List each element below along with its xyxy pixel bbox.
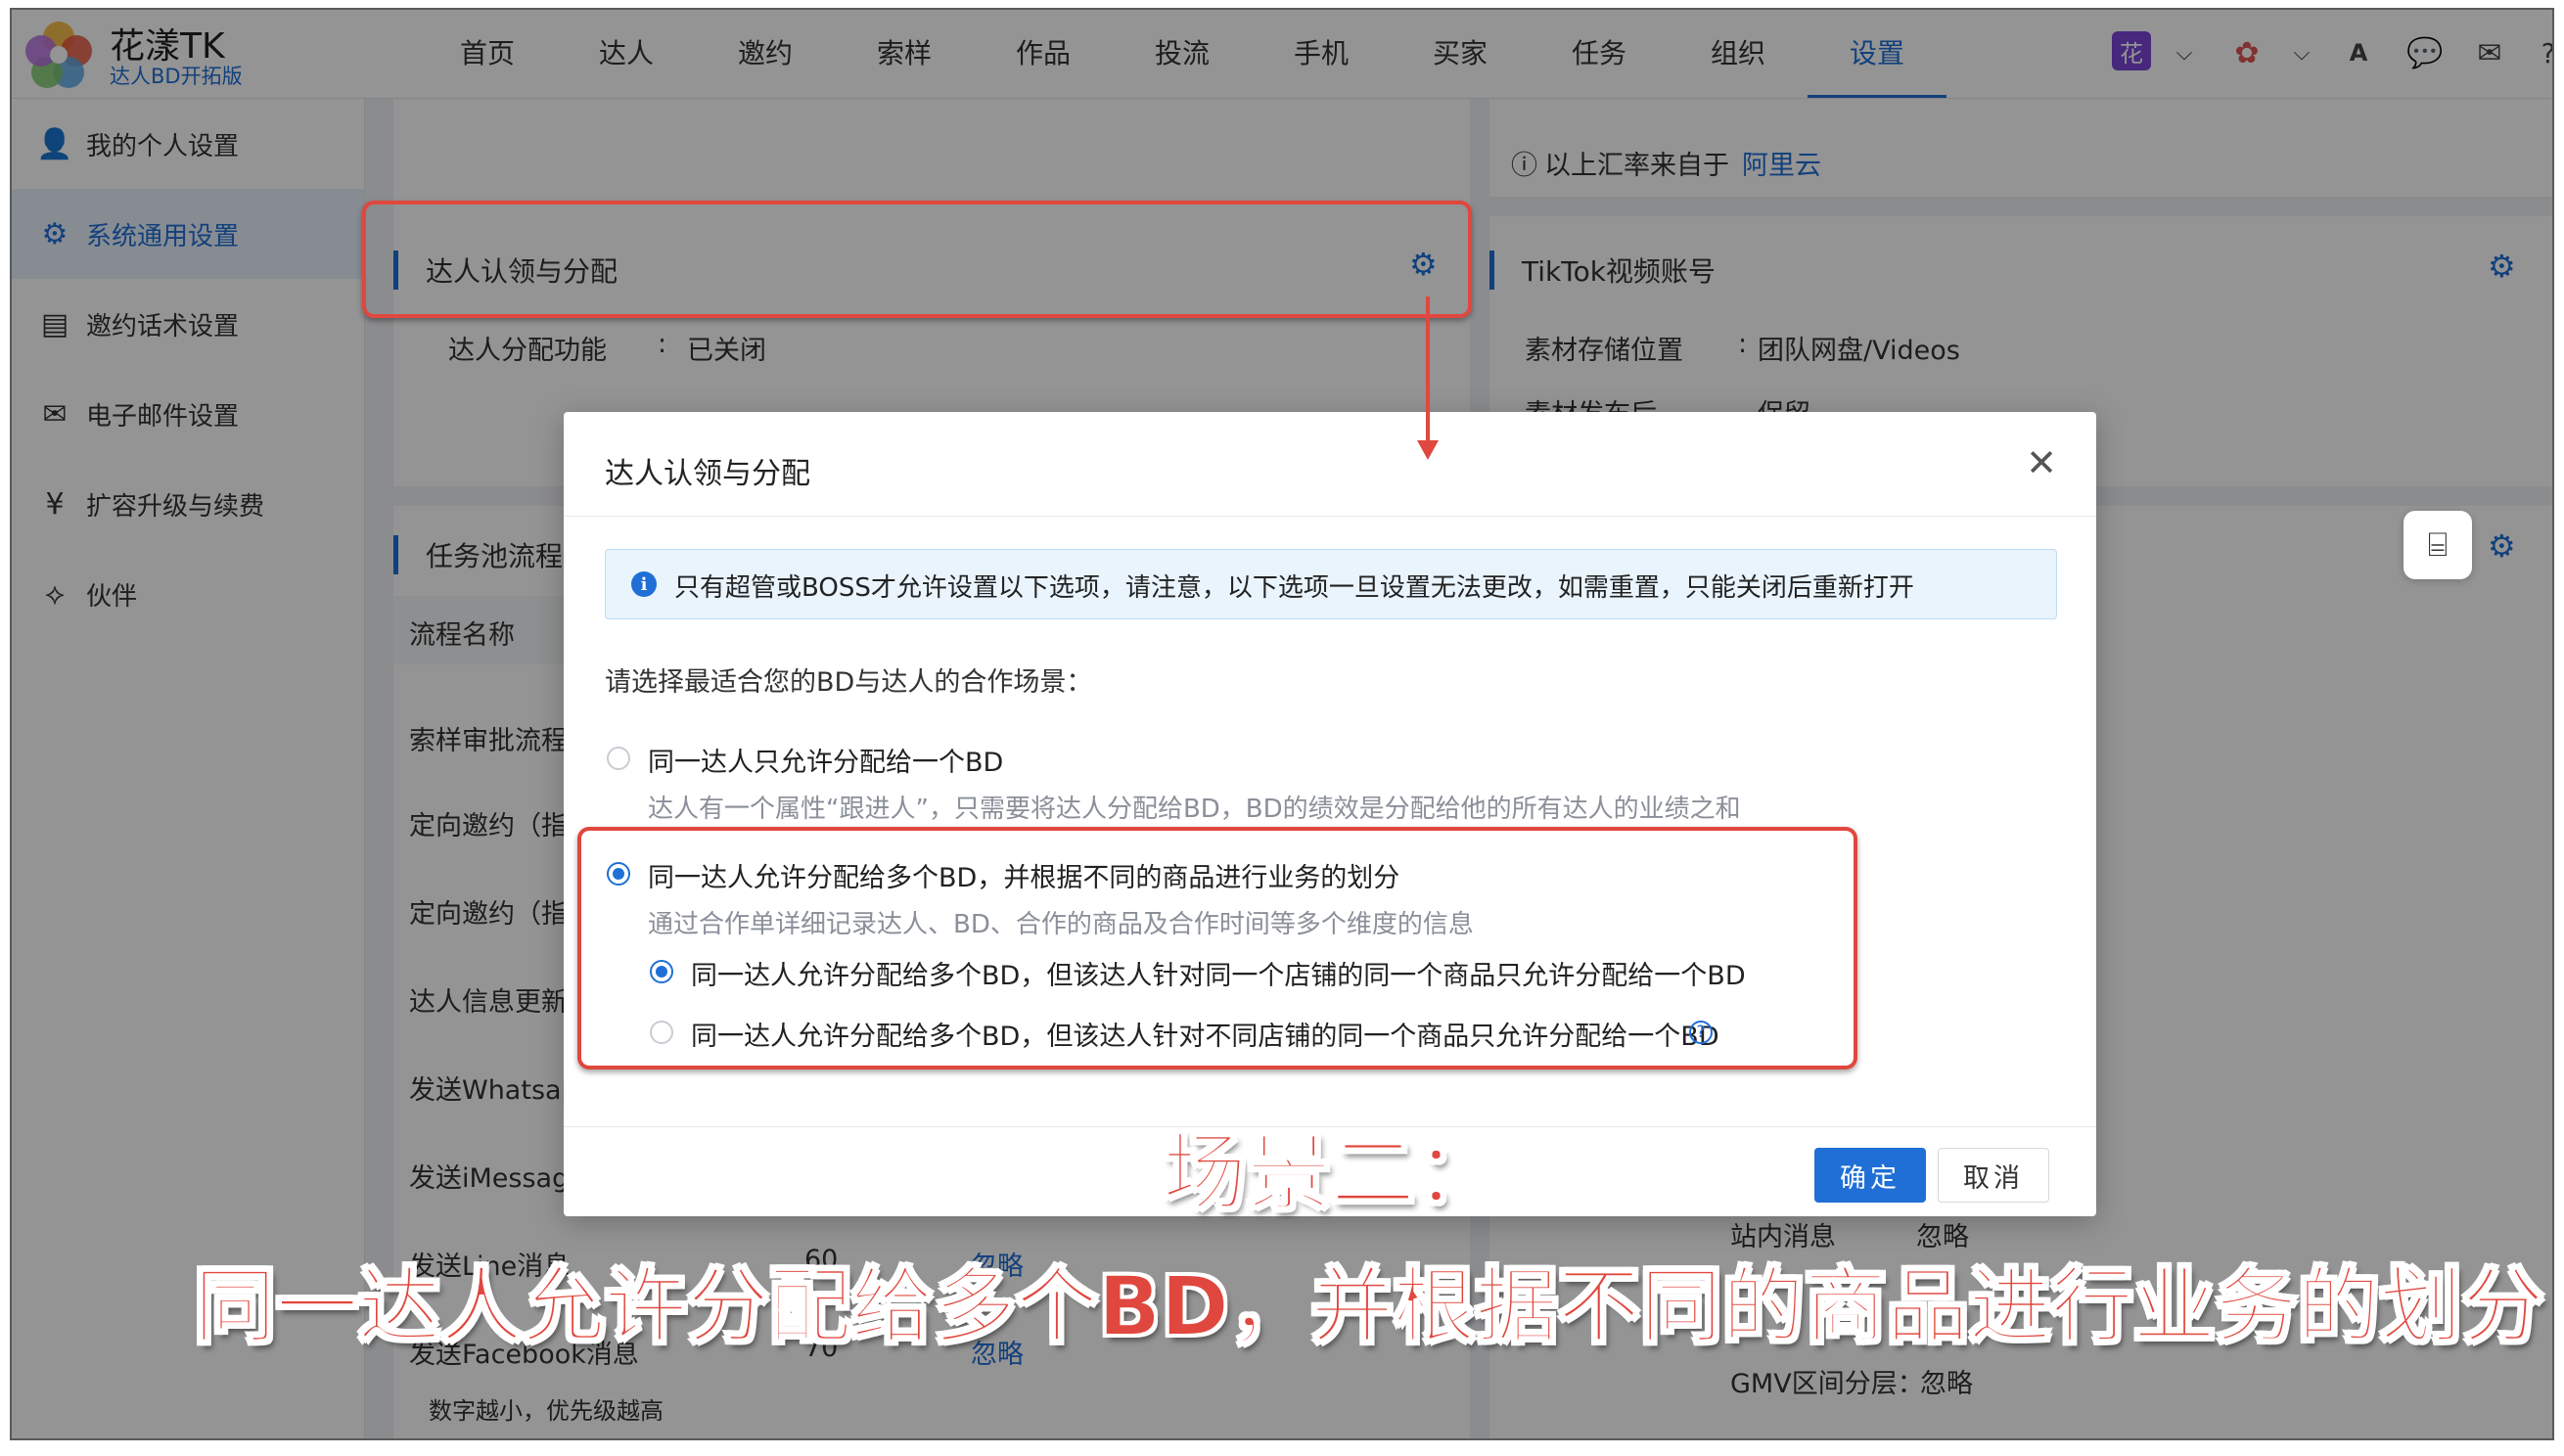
notice-text: 只有超管或BOSS才允许设置以下选项，请注意，以下选项一旦设置无法更改，如需重置… — [674, 573, 1914, 603]
confirm-button[interactable]: 确定 — [1814, 1148, 1926, 1203]
caption-description: 同一达人允许分配给多个BD，并根据不同的商品进行业务的划分 — [193, 1257, 2545, 1355]
cancel-button[interactable]: 取消 — [1938, 1148, 2049, 1203]
radio-single-bd[interactable] — [607, 747, 630, 770]
close-icon[interactable]: ✕ — [2026, 441, 2057, 484]
claim-allocation-dialog: 达人认领与分配 ✕ i 只有超管或BOSS才允许设置以下选项，请注意，以下选项一… — [564, 412, 2096, 1216]
highlight-card-header — [362, 201, 1472, 318]
dialog-title: 达人认领与分配 — [605, 457, 810, 491]
annotation-arrowhead — [1417, 440, 1439, 460]
annotation-arrow — [1426, 296, 1430, 443]
option-single-bd-desc: 达人有一个属性“跟进人”，只需要将达人分配给BD，BD的绩效是分配给他的所有达人… — [648, 795, 1741, 824]
info-icon: i — [631, 571, 657, 597]
caption-scenario: 场景二： — [1162, 1123, 1500, 1223]
app-window: 花漾TK 达人BD开拓版 首页 达人 邀约 索样 作品 投流 手机 买家 任务 组织 设置 花 ⌵ … — [12, 10, 2552, 1438]
option-single-bd-label[interactable]: 同一达人只允许分配给一个BD — [648, 741, 1003, 779]
permission-notice: i 只有超管或BOSS才允许设置以下选项，请注意，以下选项一旦设置无法更改，如需… — [605, 549, 2057, 619]
inbox-tray-button[interactable]: ⌸ — [2404, 511, 2472, 579]
scenario-prompt: 请选择最适合您的BD与达人的合作场景： — [605, 667, 1093, 698]
highlight-multi-bd-option — [577, 827, 1857, 1069]
